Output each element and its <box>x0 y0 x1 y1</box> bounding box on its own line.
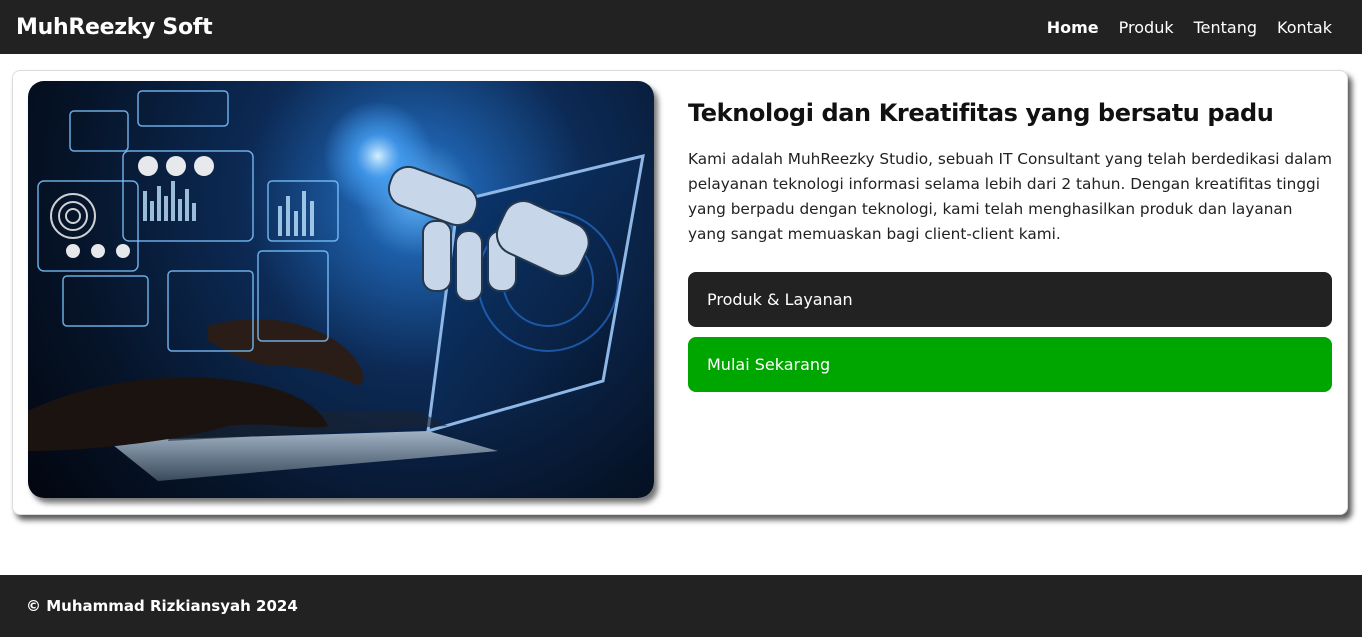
brand-logo-text[interactable]: MuhReezky Soft <box>16 15 213 40</box>
nav-link-home[interactable]: Home <box>1047 18 1099 37</box>
laptop-robot-hand-illustration <box>28 90 645 481</box>
nav-link-kontak[interactable]: Kontak <box>1277 18 1332 37</box>
mulai-sekarang-button[interactable]: Mulai Sekarang <box>688 337 1332 392</box>
footer: © Muhammad Rizkiansyah 2024 <box>0 575 1362 637</box>
hero-title: Teknologi dan Kreatifitas yang bersatu p… <box>688 99 1274 127</box>
hero-image <box>28 81 654 498</box>
hero-content: Teknologi dan Kreatifitas yang bersatu p… <box>688 99 1333 402</box>
top-navbar: MuhReezky Soft Home Produk Tentang Konta… <box>0 0 1362 54</box>
hero-description: Kami adalah MuhReezky Studio, sebuah IT … <box>688 150 1333 243</box>
nav-links: Home Produk Tentang Kontak <box>1047 18 1332 37</box>
produk-layanan-button[interactable]: Produk & Layanan <box>688 272 1332 327</box>
hero-card: Teknologi dan Kreatifitas yang bersatu p… <box>12 70 1348 515</box>
nav-link-tentang[interactable]: Tentang <box>1194 18 1257 37</box>
footer-copyright: © Muhammad Rizkiansyah 2024 <box>26 597 298 615</box>
nav-link-produk[interactable]: Produk <box>1119 18 1174 37</box>
